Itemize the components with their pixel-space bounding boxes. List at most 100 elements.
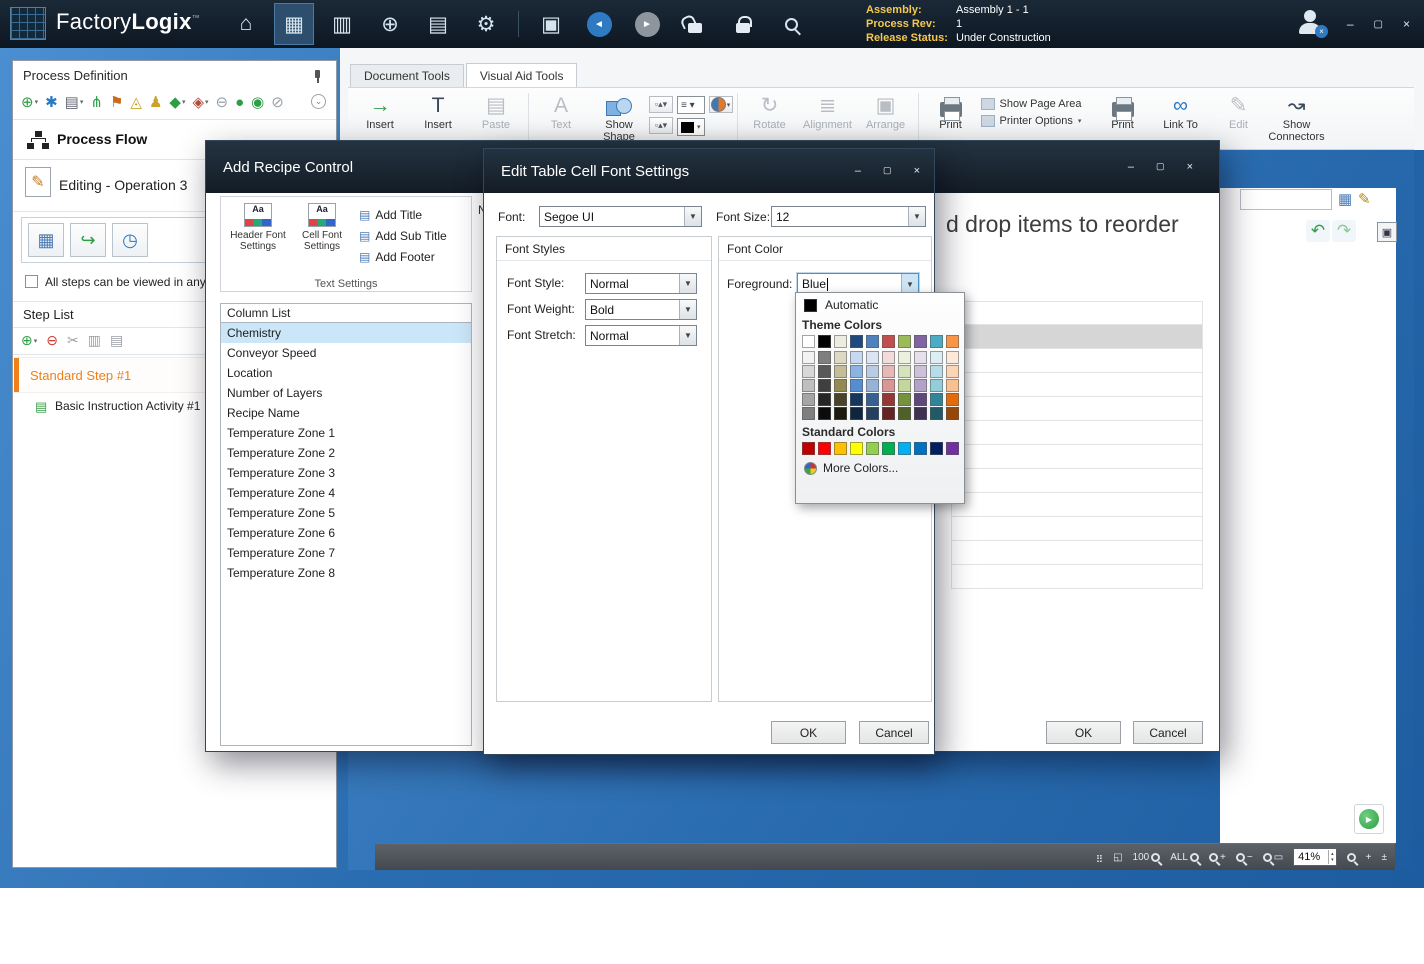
zoom-region-icon[interactable]: [1347, 853, 1356, 862]
color-swatch[interactable]: [818, 365, 831, 378]
dropdown-arrow-icon[interactable]: ▼: [679, 300, 696, 319]
column-list-item[interactable]: Recipe Name: [221, 403, 471, 423]
minimize-button[interactable]: –: [1128, 161, 1134, 173]
zoom-levels-icon[interactable]: ±: [1382, 852, 1388, 863]
documents-icon[interactable]: ▥: [322, 3, 362, 45]
color-swatch[interactable]: [834, 393, 847, 406]
color-swatch[interactable]: [866, 351, 879, 364]
cut-icon[interactable]: ✂: [67, 332, 79, 349]
color-swatch[interactable]: [866, 335, 879, 348]
minimize-button[interactable]: –: [1347, 17, 1354, 31]
color-swatch[interactable]: [898, 393, 911, 406]
color-swatch[interactable]: [850, 379, 863, 392]
reorder-row[interactable]: [951, 349, 1203, 373]
zoom-page-icon[interactable]: ▭: [1263, 852, 1283, 863]
remove-icon[interactable]: ⊖: [216, 93, 229, 111]
color-swatch[interactable]: [850, 365, 863, 378]
fit-view-icon[interactable]: ◱: [1113, 852, 1122, 863]
reorder-row[interactable]: [951, 541, 1203, 565]
reorder-row[interactable]: [951, 397, 1203, 421]
shape-width-stepper[interactable]: ▫▴▾: [649, 96, 673, 113]
column-list-item[interactable]: Temperature Zone 6: [221, 523, 471, 543]
color-swatch[interactable]: [946, 407, 959, 420]
document-page[interactable]: [1220, 188, 1396, 843]
reorder-row[interactable]: [951, 421, 1203, 445]
color-swatch[interactable]: [914, 442, 927, 455]
color-swatch[interactable]: [930, 351, 943, 364]
back-icon[interactable]: ◄: [579, 3, 619, 45]
disable-icon[interactable]: ⊘: [271, 93, 284, 111]
color-swatch[interactable]: [882, 351, 895, 364]
column-list-item[interactable]: Conveyor Speed: [221, 343, 471, 363]
color-swatch[interactable]: [866, 379, 879, 392]
print-icon[interactable]: ▤▾: [65, 93, 84, 111]
color-swatch[interactable]: [914, 351, 927, 364]
tree-icon[interactable]: ⋔: [90, 93, 103, 111]
color-swatch[interactable]: [866, 442, 879, 455]
color-swatch[interactable]: [946, 393, 959, 406]
add-step-icon[interactable]: ⊕▾: [21, 332, 37, 349]
reorder-row[interactable]: [951, 445, 1203, 469]
color-swatch[interactable]: [850, 351, 863, 364]
reorder-row[interactable]: [951, 565, 1203, 589]
color-swatch[interactable]: [834, 379, 847, 392]
color-swatch[interactable]: [850, 393, 863, 406]
audit-search-icon[interactable]: [771, 3, 811, 45]
color-swatch[interactable]: [882, 365, 895, 378]
color-swatch[interactable]: [946, 442, 959, 455]
color-swatch[interactable]: [802, 407, 815, 420]
color-swatch[interactable]: [930, 407, 943, 420]
zoom-in-tool-icon[interactable]: +: [1209, 852, 1226, 863]
dropdown-arrow-icon[interactable]: ▼: [901, 274, 918, 294]
color-swatch[interactable]: [818, 379, 831, 392]
zoom-out-tool-icon[interactable]: −: [1236, 852, 1253, 863]
color-swatch[interactable]: [818, 407, 831, 420]
process-flow-label[interactable]: Process Flow: [57, 131, 147, 147]
copy-icon[interactable]: ▥: [88, 332, 101, 349]
shape-color-select[interactable]: ▾: [677, 118, 705, 136]
color-swatch[interactable]: [834, 365, 847, 378]
color-swatch[interactable]: [914, 335, 927, 348]
navigator-icon[interactable]: ⊕: [370, 3, 410, 45]
color-swatch[interactable]: [834, 335, 847, 348]
import-export-button[interactable]: ↪: [70, 223, 106, 257]
save-template-button[interactable]: ▦: [28, 223, 64, 257]
color-swatch[interactable]: [818, 335, 831, 348]
printer-options-button[interactable]: Printer Options▾: [981, 115, 1093, 127]
header-font-settings-button[interactable]: Aa Header Font Settings: [227, 201, 289, 252]
color-swatch[interactable]: [930, 393, 943, 406]
font-stretch-select[interactable]: Normal ▼: [585, 325, 697, 346]
paste-icon[interactable]: ▤: [110, 332, 123, 349]
more-colors-option[interactable]: More Colors...: [796, 457, 964, 479]
dropdown-arrow-icon[interactable]: ▼: [679, 326, 696, 345]
color-swatch[interactable]: [946, 379, 959, 392]
page-search-field[interactable]: [1240, 189, 1332, 210]
color-swatch[interactable]: [914, 365, 927, 378]
color-swatch[interactable]: [802, 335, 815, 348]
reorder-row[interactable]: [951, 301, 1203, 325]
color-swatch[interactable]: [898, 407, 911, 420]
column-list-item[interactable]: Temperature Zone 3: [221, 463, 471, 483]
zoom-plus-icon[interactable]: +: [1366, 852, 1372, 863]
color-swatch[interactable]: [866, 365, 879, 378]
tab-visual-aid-tools[interactable]: Visual Aid Tools: [466, 63, 578, 87]
color-swatch[interactable]: [898, 335, 911, 348]
start-icon[interactable]: ●: [235, 94, 244, 111]
settings-gear-icon[interactable]: ⚙: [466, 3, 506, 45]
recipe-cancel-button[interactable]: Cancel: [1133, 721, 1203, 744]
unlock-icon[interactable]: [675, 3, 715, 45]
color-swatch[interactable]: [930, 379, 943, 392]
color-swatch[interactable]: [898, 442, 911, 455]
user-icon[interactable]: ♟: [149, 93, 162, 111]
tools-icon[interactable]: ◈▾: [192, 93, 208, 111]
close-button[interactable]: ×: [914, 165, 920, 177]
dropdown-arrow-icon[interactable]: ▼: [679, 274, 696, 293]
color-swatch[interactable]: [850, 442, 863, 455]
color-swatch[interactable]: [882, 335, 895, 348]
remove-step-icon[interactable]: ⊖: [46, 332, 58, 349]
column-list-item[interactable]: Temperature Zone 1: [221, 423, 471, 443]
forward-icon[interactable]: ►: [627, 3, 667, 45]
color-swatch[interactable]: [802, 393, 815, 406]
reorder-row[interactable]: [951, 517, 1203, 541]
color-swatch[interactable]: [818, 351, 831, 364]
